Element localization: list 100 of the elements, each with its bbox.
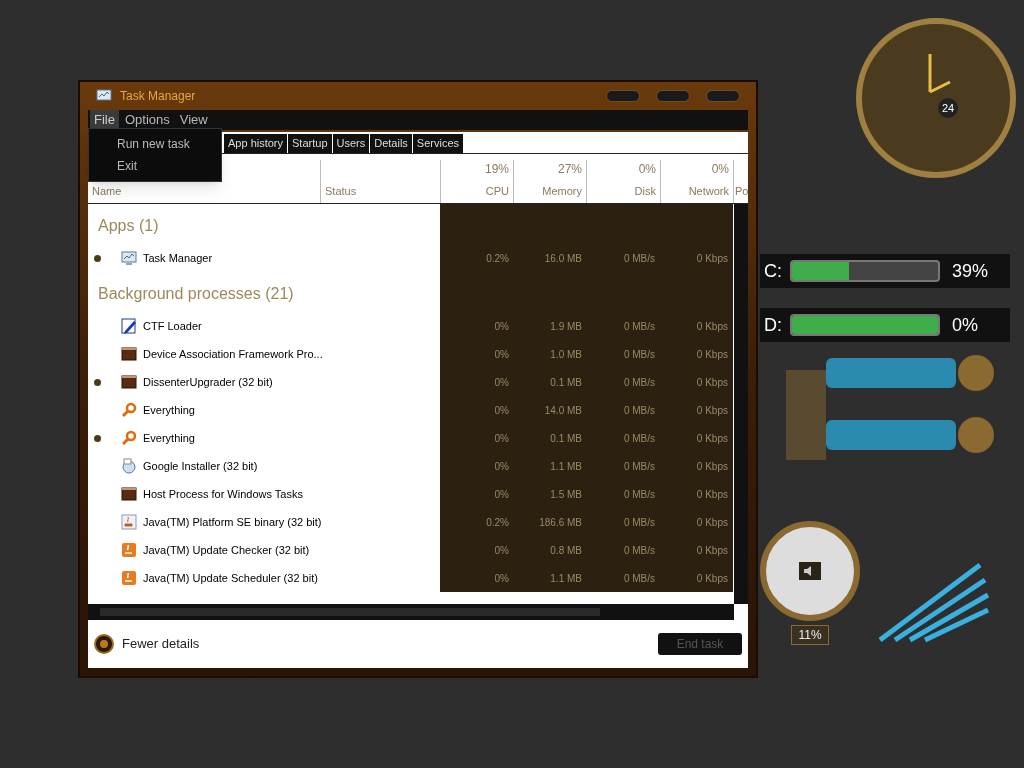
usage-value: 186.6 MB	[539, 515, 582, 530]
usage-value: 0 MB/s	[623, 487, 655, 502]
window-icon	[121, 346, 137, 362]
drive-label: D:	[763, 313, 783, 337]
process-row[interactable]: Device Association Framework Pro...	[88, 340, 440, 368]
window-icon	[121, 374, 137, 390]
usage-value: 0.8 MB	[550, 543, 582, 558]
speaker-icon	[799, 562, 821, 580]
usage-value: 0 MB/s	[623, 571, 655, 586]
menu-item[interactable]: Options	[120, 110, 174, 130]
process-name: Everything	[143, 430, 195, 446]
notepad-pen-icon	[121, 318, 137, 334]
maximize-button[interactable]	[656, 90, 690, 102]
process-row[interactable]: Task Manager	[88, 244, 440, 272]
drive-label: C:	[763, 259, 783, 283]
column-header[interactable]: Memory	[542, 182, 582, 203]
column-summary: 27%	[557, 161, 582, 178]
gauge-reading: 11%	[791, 625, 829, 645]
usage-value: 0%	[494, 403, 509, 418]
menu-option[interactable]: Exit	[89, 155, 221, 177]
process-row[interactable]: Java(TM) Platform SE binary (32 bit)	[88, 508, 440, 536]
column-summary: 0%	[638, 161, 656, 178]
process-name: Java(TM) Platform SE binary (32 bit)	[143, 514, 322, 530]
process-row[interactable]: Java(TM) Update Checker (32 bit)	[88, 536, 440, 564]
usage-value: 14.0 MB	[544, 403, 582, 418]
clock-dial-label: 24	[938, 98, 958, 118]
magnifier-icon	[121, 402, 137, 418]
column-summary: 0%	[711, 161, 729, 178]
process-name: DissenterUpgrader (32 bit)	[143, 374, 273, 390]
installer-icon	[121, 458, 137, 474]
expand-bullet-icon[interactable]	[94, 434, 101, 442]
column-header[interactable]: Status	[325, 182, 357, 203]
usage-value: 0.1 MB	[550, 375, 582, 390]
usage-value: 0%	[494, 347, 509, 362]
process-row[interactable]: Java(TM) Update Scheduler (32 bit)	[88, 564, 440, 592]
minimize-button[interactable]	[606, 90, 640, 102]
tab[interactable]: Details	[370, 134, 412, 153]
usage-value: 0 Kbps	[696, 515, 728, 530]
menu-option[interactable]: Run new task	[89, 133, 221, 155]
usage-value: 1.9 MB	[550, 319, 582, 334]
usage-value: 0%	[494, 487, 509, 502]
process-row[interactable]: CTF Loader	[88, 312, 440, 340]
process-row[interactable]: Everything	[88, 396, 440, 424]
process-row[interactable]: Google Installer (32 bit)	[88, 452, 440, 480]
usage-value: 0 Kbps	[696, 571, 728, 586]
process-row[interactable]: Everything	[88, 424, 440, 452]
horizontal-scrollbar[interactable]	[88, 604, 734, 620]
usage-value: 1.5 MB	[550, 487, 582, 502]
process-name: Device Association Framework Pro...	[143, 346, 323, 362]
column-header[interactable]: Name	[92, 182, 122, 203]
usage-value: 1.1 MB	[550, 459, 582, 474]
column-header[interactable]: Disk	[634, 182, 656, 203]
usage-value: 0.2%	[486, 251, 509, 266]
usage-value: 0 MB/s	[623, 543, 655, 558]
vertical-scrollbar[interactable]	[734, 204, 748, 604]
process-name: Everything	[143, 402, 195, 418]
monitor-icon	[96, 88, 112, 104]
expand-bullet-icon[interactable]	[94, 254, 101, 262]
usage-value: 0%	[494, 375, 509, 390]
drive-percentage: 39%	[952, 259, 989, 283]
process-name: Java(TM) Update Scheduler (32 bit)	[143, 570, 318, 586]
usage-value: 0 MB/s	[623, 319, 655, 334]
column-header[interactable]: Network	[688, 182, 729, 203]
usage-value: 0 MB/s	[623, 431, 655, 446]
usage-value: 0 MB/s	[623, 251, 655, 266]
drive-percentage: 0%	[952, 313, 978, 337]
usage-value: 0%	[494, 543, 509, 558]
tab[interactable]: App history	[224, 134, 288, 153]
clock-hands-icon	[928, 52, 952, 94]
expand-bullet-icon[interactable]	[94, 378, 101, 386]
window-title: Task Manager	[120, 88, 196, 105]
usage-value: 0 MB/s	[623, 459, 655, 474]
usage-value: 0%	[494, 459, 509, 474]
menu-item[interactable]: View	[175, 110, 212, 130]
process-name: Host Process for Windows Tasks	[143, 486, 303, 502]
process-name: Task Manager	[143, 250, 213, 266]
tab[interactable]: Startup	[288, 134, 332, 153]
process-row[interactable]: DissenterUpgrader (32 bit)	[88, 368, 440, 396]
column-header[interactable]: Po	[734, 182, 748, 203]
usage-value: 0 MB/s	[623, 515, 655, 530]
process-name: CTF Loader	[143, 318, 202, 334]
tab[interactable]: Services	[412, 134, 464, 153]
process-name: Google Installer (32 bit)	[143, 458, 258, 474]
process-row[interactable]: Host Process for Windows Tasks	[88, 480, 440, 508]
usage-value: 0%	[494, 571, 509, 586]
close-button[interactable]	[706, 90, 740, 102]
monitor-icon	[121, 250, 137, 266]
usage-value: 0 Kbps	[696, 487, 728, 502]
tab[interactable]: Users	[332, 134, 370, 153]
java-cup-icon	[121, 570, 137, 586]
usage-value: 0 MB/s	[623, 375, 655, 390]
usage-value: 16.0 MB	[544, 251, 582, 266]
usage-value: 0%	[494, 431, 509, 446]
usage-value: 0.2%	[486, 515, 509, 530]
column-header[interactable]: CPU	[485, 182, 509, 203]
magnifier-icon	[121, 430, 137, 446]
usage-value: 0%	[494, 319, 509, 334]
fewer-details-button[interactable]: Fewer details	[94, 634, 200, 654]
column-summary: 19%	[484, 161, 509, 178]
menu-item[interactable]: File	[90, 110, 119, 130]
